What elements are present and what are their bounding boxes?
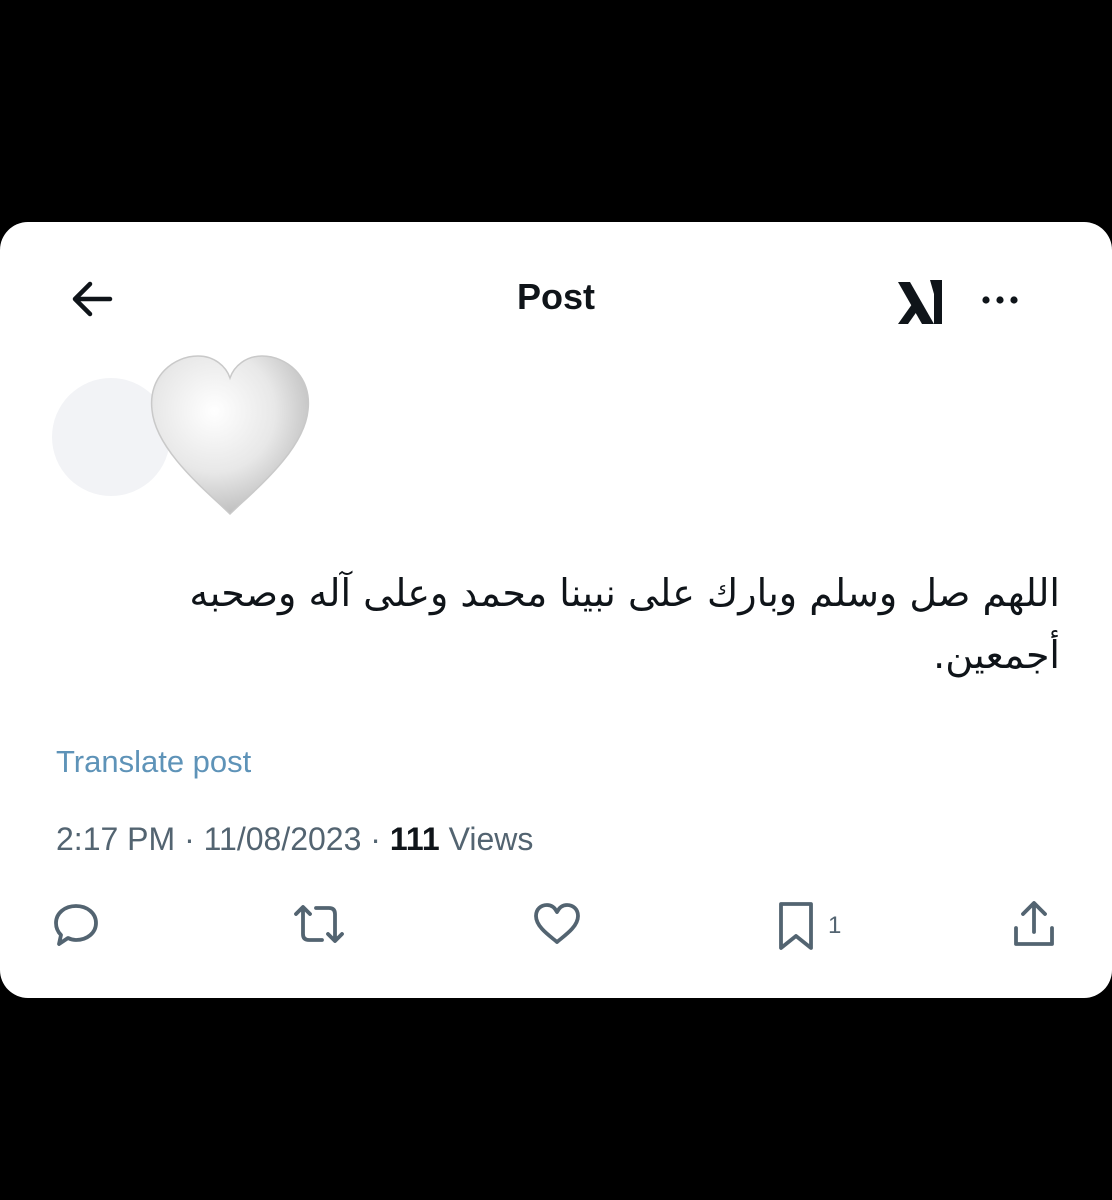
reply-button[interactable] (50, 898, 102, 954)
meta-separator: · (370, 821, 381, 857)
like-button[interactable] (530, 898, 584, 954)
more-options-button[interactable] (974, 284, 1034, 314)
post-text: اللهم صل وسلم وبارك على نبينا محمد وعلى … (189, 571, 1060, 677)
post-meta: 2:17 PM · 11/08/2023 · 111 Views (56, 821, 533, 858)
views-label: Views (448, 821, 534, 857)
bookmark-icon (779, 902, 813, 950)
white-heart-emoji (140, 348, 320, 520)
bookmark-count: 1 (828, 912, 842, 939)
meta-separator: · (184, 821, 195, 857)
repost-icon (294, 905, 344, 943)
post-time[interactable]: 2:17 PM (56, 821, 175, 857)
heart-icon (534, 903, 580, 944)
bookmark-button[interactable]: 1 (770, 898, 870, 954)
action-bar: 1 (0, 898, 1112, 958)
share-button[interactable] (1008, 898, 1060, 954)
share-icon (1014, 901, 1054, 946)
post-card: Post اللهم صل وسلم وبارك على نبينا محمد … (0, 222, 1112, 998)
translate-post-link[interactable]: Translate post (56, 744, 251, 780)
repost-button[interactable] (290, 898, 348, 954)
comment-icon (54, 904, 98, 946)
xai-logo-icon[interactable] (894, 274, 958, 330)
post-date[interactable]: 11/08/2023 (204, 821, 362, 857)
views-count: 111 (389, 821, 440, 857)
more-horizontal-icon (982, 296, 1018, 304)
